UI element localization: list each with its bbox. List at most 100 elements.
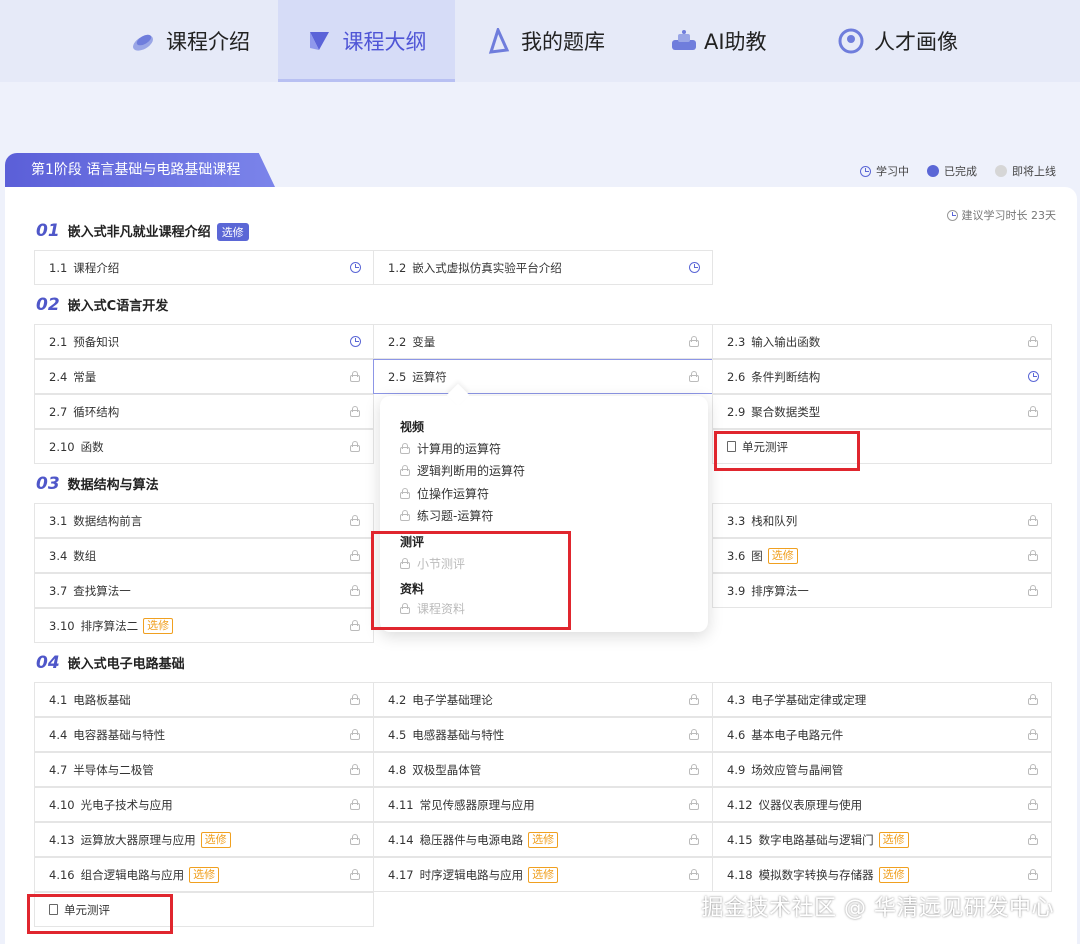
video-heading: 视频 [400, 420, 425, 434]
lesson-cell[interactable]: 4.13 运算放大器原理与应用 选修 [34, 822, 374, 857]
lesson-cell[interactable]: 4.3 电子学基础定律或定理 [712, 682, 1052, 717]
lock-icon [1028, 336, 1039, 347]
course-intro-icon [130, 28, 156, 54]
legend-learning: 学习中 [860, 163, 909, 179]
lesson-cell[interactable]: 4.11 常见传感器原理与应用 [373, 787, 713, 822]
lesson-cell[interactable]: 4.17 时序逻辑电路与应用 选修 [373, 857, 713, 892]
lesson-cell[interactable]: 2.2 变量 [373, 324, 713, 359]
tab-course-outline[interactable]: 课程大纲 [278, 0, 455, 82]
lesson-cell[interactable]: 4.6 基本电子电路元件 [712, 717, 1052, 752]
tab-course-intro[interactable]: 课程介绍 [130, 0, 270, 82]
lesson-cell[interactable]: 1.2 嵌入式虚拟仿真实验平台介绍 [373, 250, 713, 285]
stage-title[interactable]: 第1阶段 语言基础与电路基础课程 [5, 153, 275, 187]
tab-label: 课程介绍 [166, 30, 250, 54]
lesson-cell[interactable]: 4.5 电感器基础与特性 [373, 717, 713, 752]
lesson-cell[interactable]: 3.9 排序算法一 [712, 573, 1052, 608]
tab-talent-profile[interactable]: 人才画像 [838, 0, 978, 82]
lock-icon [1028, 869, 1039, 880]
lock-icon [689, 336, 700, 347]
tab-label: 人才画像 [874, 30, 958, 54]
lesson-cell[interactable]: 4.2 电子学基础理论 [373, 682, 713, 717]
lesson-cell[interactable]: 2.9 聚合数据类型 [712, 394, 1052, 429]
lesson-cell[interactable]: 3.1 数据结构前言 [34, 503, 374, 538]
lock-icon [1028, 515, 1039, 526]
lock-icon [350, 764, 361, 775]
elective-tag: 选修 [200, 831, 231, 848]
legend-done: 已完成 [927, 163, 977, 179]
lesson-cell[interactable]: 3.7 查找算法一 [34, 573, 374, 608]
lesson-cell[interactable]: 2.10 函数 [34, 429, 374, 464]
section-title: 03 数据结构与算法 [36, 474, 159, 494]
question-bank-icon [485, 25, 511, 54]
lesson-cell[interactable]: 4.10 光电子技术与应用 [34, 787, 374, 822]
lesson-cell[interactable]: 4.9 场效应管与晶闸管 [712, 752, 1052, 787]
lesson-cell[interactable]: 4.4 电容器基础与特性 [34, 717, 374, 752]
video-item[interactable]: 练习题-运算符 [400, 507, 493, 524]
lock-icon [400, 488, 410, 499]
lesson-cell[interactable]: 4.15 数字电路基础与逻辑门 选修 [712, 822, 1052, 857]
lock-icon [400, 443, 410, 454]
lesson-cell[interactable]: 1.1 课程介绍 [34, 250, 374, 285]
lock-icon [1028, 764, 1039, 775]
lesson-cell[interactable]: 4.7 半导体与二极管 [34, 752, 374, 787]
lock-icon [350, 441, 361, 452]
highlight-box [27, 894, 173, 934]
lock-icon [350, 729, 361, 740]
check-icon [927, 165, 939, 177]
elective-tag: 选修 [878, 866, 909, 883]
lock-icon [400, 465, 410, 476]
top-nav: 课程介绍 课程大纲 我的题库 AI助教 人才画像 [0, 0, 1080, 82]
stage-bar: 第1阶段 语言基础与电路基础课程 学习中 已完成 即将上线 [0, 153, 1080, 187]
lesson-cell[interactable]: 4.14 稳压器件与电源电路 选修 [373, 822, 713, 857]
lesson-cell[interactable]: 2.1 预备知识 [34, 324, 374, 359]
elective-tag: 选修 [216, 223, 249, 241]
tab-question-bank[interactable]: 我的题库 [485, 0, 625, 82]
watermark: 掘金技术社区 @ 华清远见研发中心 [701, 896, 1054, 921]
status-legend: 学习中 已完成 即将上线 [860, 163, 1056, 179]
lock-icon [689, 869, 700, 880]
lesson-cell[interactable]: 3.10 排序算法二 选修 [34, 608, 374, 643]
lock-icon [689, 834, 700, 845]
lock-icon [350, 620, 361, 631]
lock-icon [1028, 694, 1039, 705]
lesson-cell[interactable]: 4.8 双极型晶体管 [373, 752, 713, 787]
course-outline-icon [307, 28, 333, 54]
video-item[interactable]: 计算用的运算符 [400, 440, 501, 457]
lesson-cell[interactable]: 4.12 仪器仪表原理与使用 [712, 787, 1052, 822]
lesson-cell[interactable]: 3.6 图选修 [712, 538, 1052, 573]
tab-ai-assistant[interactable]: AI助教 [668, 0, 798, 82]
elective-tag: 选修 [189, 866, 220, 883]
clock-icon [947, 210, 958, 221]
elective-tag: 选修 [528, 866, 559, 883]
lock-icon [1028, 406, 1039, 417]
lesson-cell[interactable]: 2.6 条件判断结构 [712, 359, 1052, 394]
lock-icon [350, 371, 361, 382]
lesson-cell[interactable]: 2.7 循环结构 [34, 394, 374, 429]
lock-icon [689, 729, 700, 740]
lesson-cell[interactable]: 4.18 模拟数字转换与存储器 选修 [712, 857, 1052, 892]
video-item[interactable]: 位操作运算符 [400, 485, 489, 502]
lock-icon [350, 515, 361, 526]
lesson-cell[interactable]: 3.4 数组 [34, 538, 374, 573]
lesson-cell[interactable]: 3.3 栈和队列 [712, 503, 1052, 538]
section-title: 02 嵌入式C语言开发 [36, 295, 169, 315]
legend-soon: 即将上线 [995, 163, 1056, 179]
tab-label: 我的题库 [521, 30, 605, 54]
lock-icon [1028, 834, 1039, 845]
lock-icon [350, 799, 361, 810]
video-item[interactable]: 逻辑判断用的运算符 [400, 462, 525, 479]
elective-tag: 选修 [528, 831, 559, 848]
lesson-cell[interactable]: 4.1 电路板基础 [34, 682, 374, 717]
lesson-cell[interactable]: 2.4 常量 [34, 359, 374, 394]
lock-icon [1028, 799, 1039, 810]
lesson-cell[interactable]: 4.16 组合逻辑电路与应用 选修 [34, 857, 374, 892]
lock-icon [400, 510, 410, 521]
clock-icon [350, 262, 361, 273]
lesson-cell[interactable]: 2.3 输入输出函数 [712, 324, 1052, 359]
elective-tag: 选修 [767, 547, 798, 564]
lock-icon [1028, 550, 1039, 561]
section-title: 04 嵌入式电子电路基础 [36, 653, 185, 673]
lesson-cell-active[interactable]: 2.5 运算符 [373, 359, 713, 394]
highlight-box [371, 531, 571, 630]
lock-icon [689, 371, 700, 382]
